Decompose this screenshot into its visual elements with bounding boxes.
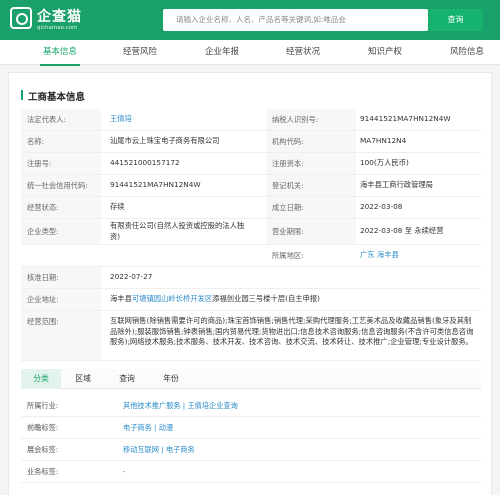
tag-value-link[interactable]: 其他技术推广服务 | 王倩培企业查询 (123, 395, 238, 417)
tab-category[interactable]: 分类 (21, 369, 61, 389)
field-label: 名称: (21, 131, 101, 152)
info-row: 经营状态: 存续 成立日期: 2022-03-08 (21, 197, 481, 219)
field-label: 注册资本: (266, 153, 356, 174)
tag-label: 前瞻标签: (27, 423, 59, 432)
field-label: 纳税人识别号: (266, 109, 356, 130)
address-prefix: 海丰县 (110, 294, 132, 304)
info-row: 所属地区: 广东 海丰县 (21, 245, 481, 267)
search-button[interactable]: 查询 (428, 9, 483, 31)
info-row: 注册号: 441521000157172 注册资本: 100(万人民币) (21, 153, 481, 175)
address-link[interactable]: 可塘镇园山岭长桥开发区 (132, 294, 212, 305)
nav-risk-info[interactable]: 风险信息 (437, 40, 497, 65)
logo-icon (10, 7, 32, 29)
field-value: 海丰县工商行政管理局 (360, 180, 433, 190)
field-value: 存续 (110, 202, 125, 212)
nav-annual-report[interactable]: 企业年报 (192, 40, 252, 65)
field-value: 2022-07-27 (110, 272, 153, 282)
field-label: 核准日期: (21, 267, 101, 288)
tag-label: 所属行业: (27, 401, 59, 410)
tag-value: - (123, 467, 126, 476)
tag-tabs: 分类 区域 查询 年份 (21, 369, 481, 389)
info-row: 统一社会信用代码: 91441521MA7HN12N4W 登记机关: 海丰县工商… (21, 175, 481, 197)
info-row: 名称: 汕尾市云上珠宝电子商务有限公司 机构代码: MA7HN12N4 (21, 131, 481, 153)
field-label: 注册号: (21, 153, 101, 174)
region-link[interactable]: 广东 海丰县 (356, 245, 481, 266)
field-label: 企业类型: (21, 219, 101, 244)
tag-label: 业务标签: (27, 467, 59, 476)
tag-value-link[interactable]: 移动互联网 | 电子商务 (123, 439, 195, 461)
section-title: 工商基本信息 (21, 89, 85, 103)
field-label: 企业地址: (21, 289, 101, 310)
site-logo[interactable]: 企查猫 qichamao.com (10, 6, 100, 34)
field-value: MA7HN12N4 (360, 136, 407, 146)
nav-operation-status[interactable]: 经营状况 (273, 40, 333, 65)
nav-ip[interactable]: 知识产权 (355, 40, 415, 65)
field-label: 经营范围: (21, 311, 101, 360)
field-label: 成立日期: (266, 197, 356, 218)
logo-text: 企查猫 (37, 9, 82, 25)
business-info-card: 工商基本信息 法定代表人: 王倩培 纳税人识别号: 91441521MA7HN1… (8, 72, 492, 495)
field-value: 汕尾市云上珠宝电子商务有限公司 (110, 136, 220, 146)
info-row: 企业类型: 有限责任公司(自然人投资或控股的法人独资) 营业期限: 2022-0… (21, 219, 481, 245)
info-row: 企业地址: 海丰县 可塘镇园山岭长桥开发区 添福创业园三号楼十层(自主申报) (21, 289, 481, 311)
field-value: 2022-03-08 至 永续经营 (360, 226, 444, 236)
field-value: 91441521MA7HN12N4W (110, 180, 201, 190)
address-value: 海丰县 可塘镇园山岭长桥开发区 添福创业园三号楼十层(自主申报) (106, 289, 481, 310)
tag-label: 展会标签: (27, 445, 59, 454)
field-label: 所属地区: (266, 245, 356, 266)
business-scope: 互联网销售(除销售需要许可的商品);珠宝首饰销售;销售代理;采购代理服务;工艺美… (110, 316, 474, 347)
tag-row: 展会标签: 移动互联网 | 电子商务 (21, 439, 481, 461)
field-label: 法定代表人: (21, 109, 101, 130)
tag-row: 前瞻标签: 电子商务 | 动漫 (21, 417, 481, 439)
top-header: 企查猫 qichamao.com 请输入企业名称、人名、产品名等关键词,如:唯品… (0, 0, 500, 40)
field-value: 91441521MA7HN12N4W (360, 114, 451, 124)
field-value: 2022-03-08 (360, 202, 403, 212)
field-label: 经营状态: (21, 197, 101, 218)
field-label: 统一社会信用代码: (21, 175, 101, 196)
field-label: 营业期限: (266, 219, 356, 244)
tab-query[interactable]: 查询 (107, 369, 147, 389)
tab-region[interactable]: 区域 (63, 369, 103, 389)
tab-year[interactable]: 年份 (151, 369, 191, 389)
field-value: 100(万人民币) (360, 158, 409, 168)
field-value: 有限责任公司(自然人投资或控股的法人独资) (110, 220, 245, 241)
main-nav: 基本信息 经营风险 企业年报 经营状况 知识产权 风险信息 (0, 40, 500, 66)
info-row: 核准日期: 2022-07-27 (21, 267, 481, 289)
tag-row: 业务标签: - (21, 461, 481, 483)
nav-basic-info[interactable]: 基本信息 (30, 40, 90, 66)
tag-value-link[interactable]: 电子商务 | 动漫 (123, 417, 173, 439)
info-row: 法定代表人: 王倩培 纳税人识别号: 91441521MA7HN12N4W (21, 109, 481, 131)
field-label: 机构代码: (266, 131, 356, 152)
search-input[interactable]: 请输入企业名称、人名、产品名等关键词,如:唯品会 (163, 9, 428, 31)
nav-business-risk[interactable]: 经营风险 (110, 40, 170, 65)
tag-row: 所属行业: 其他技术推广服务 | 王倩培企业查询 (21, 395, 481, 417)
info-row: 经营范围: 互联网销售(除销售需要许可的商品);珠宝首饰销售;销售代理;采购代理… (21, 311, 481, 361)
legal-rep-link[interactable]: 王倩培 (106, 109, 256, 130)
logo-domain: qichamao.com (37, 25, 78, 31)
field-label: 登记机关: (266, 175, 356, 196)
field-value: 441521000157172 (110, 158, 180, 168)
address-suffix: 添福创业园三号楼十层(自主申报) (212, 294, 321, 304)
